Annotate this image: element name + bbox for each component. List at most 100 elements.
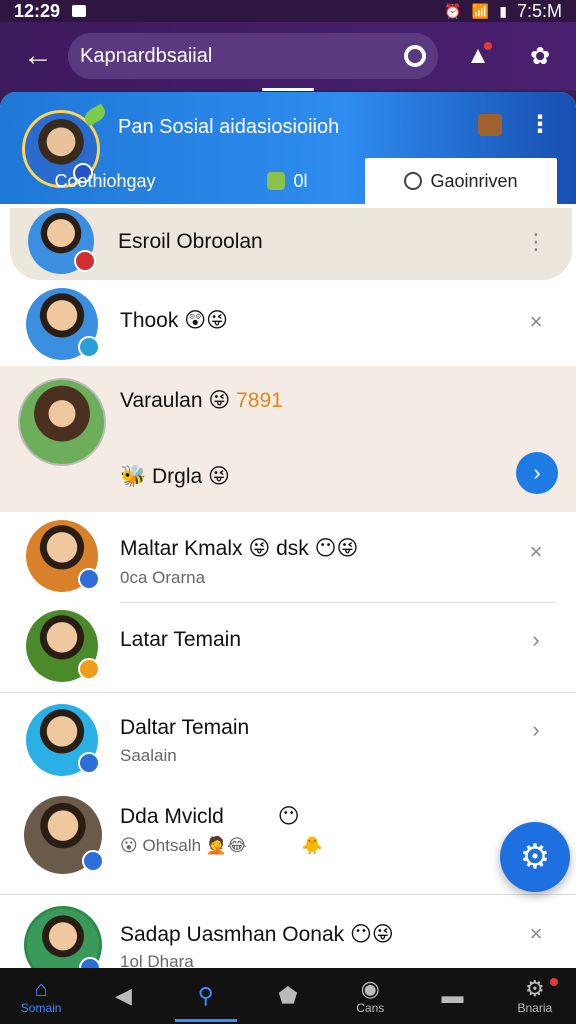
tab-2[interactable]: 0l [210, 158, 365, 204]
contact-name-text: Sadap Uasmhan Oonak [120, 923, 345, 946]
contact-subtitle: 😮 Ohtsalh 🤦😂 🐥 [120, 836, 323, 856]
contact-name-2: dsk [276, 537, 309, 560]
contact-emoji: 😜 [208, 388, 231, 412]
avatar-badge [74, 250, 96, 272]
contact-accent-number: 7891 [236, 389, 283, 412]
avatar[interactable] [18, 378, 106, 466]
list-item[interactable]: Latar Temain › [0, 602, 576, 692]
avatar[interactable] [26, 520, 100, 592]
chevron-right-button[interactable]: › [516, 452, 558, 494]
avatar-badge [78, 658, 100, 680]
contact-name: Maltar Kmalx 😜 dsk 😶😜 [120, 536, 358, 561]
list-item[interactable]: Maltar Kmalx 😜 dsk 😶😜 0ca Orarna × [0, 512, 576, 603]
contact-name: Sadap Uasmhan Oonak 😶😜 [120, 922, 394, 947]
contact-name: Dda Mvicld 😶 [120, 804, 300, 829]
contact-name: Varaulan 😜 7891 [120, 388, 283, 413]
clock-icon [404, 172, 423, 190]
contact-subtitle: 0ca Orarna [120, 568, 206, 587]
sub-emoji-3: 🐥 [301, 836, 323, 856]
status-clock-right: 7:5:M [516, 0, 562, 21]
bottom-sheet: Pan Sosial aidasiosioiioh ⋮ Coothiohgay … [0, 92, 576, 968]
avatar[interactable] [26, 288, 100, 360]
nav-label: Somain [20, 1001, 62, 1015]
avatar[interactable] [26, 704, 100, 776]
avatar[interactable] [28, 208, 96, 274]
list-item[interactable]: Daltar Temain Saalain › [0, 692, 576, 784]
contact-emoji: 😜 [248, 536, 271, 560]
sub-emoji: 😮 [120, 836, 138, 856]
nav-back[interactable]: ◀ [82, 968, 164, 1024]
contact-emoji: 😶 [277, 804, 300, 828]
avatar[interactable] [24, 796, 104, 874]
camera-icon[interactable] [404, 45, 426, 67]
settings-fab-gear-icon[interactable]: ⚙ [500, 822, 570, 892]
tab-1[interactable]: Coothiohgay [0, 158, 210, 204]
avatar[interactable] [24, 906, 102, 968]
tab-1-label: Coothiohgay [54, 170, 156, 191]
nav-label: Bnaria [517, 1001, 553, 1015]
avatar[interactable] [26, 610, 100, 682]
sub-emoji: 🐝 [120, 464, 147, 488]
contact-sub: 🐝 Drgla 😜 [120, 464, 230, 489]
sub-text: Ohtsalh [142, 836, 202, 855]
contact-emoji-2: 😶😜 [314, 536, 359, 560]
back-arrow-icon[interactable]: ← [18, 36, 58, 76]
contact-name: Esroil Obroolan [118, 230, 263, 253]
close-icon[interactable]: × [524, 540, 548, 564]
chevron-right-icon[interactable]: › [524, 628, 548, 652]
contact-emoji: 😶😜 [349, 922, 394, 946]
group-header: Pan Sosial aidasiosioiioh ⋮ Coothiohgay … [0, 92, 576, 204]
more-vertical-icon[interactable]: ⋮ [524, 230, 548, 254]
tab-2-icon [267, 172, 286, 190]
close-icon[interactable]: × [524, 310, 548, 334]
sheet-handle[interactable] [262, 88, 314, 91]
nav-home[interactable]: ⌂ Somain [0, 968, 82, 1024]
nav-pentagon[interactable]: ⬟ [247, 968, 329, 1024]
status-icons: ⏰ 📶 ▮ 7:5:M [444, 1, 562, 22]
tab-2-label: 0l [293, 170, 308, 191]
battery-icon: ▮ [499, 2, 507, 19]
nav-cans[interactable]: ◉ Cans [329, 968, 411, 1024]
list-item[interactable]: Esroil Obroolan ⋮ [0, 204, 576, 280]
app-bar: ← Kapnardbsaiial ▲ ✿ [0, 22, 576, 90]
chevron-right-icon[interactable]: › [524, 718, 548, 742]
tab-3[interactable]: Gaoinriven [365, 158, 557, 204]
wifi-icon: 📶 [471, 2, 490, 19]
gear-icon: ⚙ [524, 976, 545, 1001]
search-input[interactable]: Kapnardbsaiial [68, 33, 438, 79]
contact-emoji: 😲😜 [184, 308, 229, 332]
nav-search[interactable]: ⚲ [165, 968, 247, 1024]
notification-icon [72, 5, 87, 17]
contact-name: Latar Temain [120, 628, 242, 651]
list-item[interactable]: Sadap Uasmhan Oonak 😶😜 1ol Dhara × [0, 894, 576, 968]
notification-dot [484, 42, 492, 50]
tab-bar: Coothiohgay 0l Gaoinriven [0, 158, 576, 204]
list-item[interactable]: Thook 😲😜 × [0, 280, 576, 366]
status-bar: 12:29 ⏰ 📶 ▮ 7:5:M [0, 0, 576, 22]
nav-chat[interactable]: ▬ [411, 968, 493, 1024]
contact-name-text: Thook [120, 309, 179, 332]
contact-name: Thook 😲😜 [120, 308, 228, 333]
close-icon[interactable]: × [524, 922, 548, 946]
list-item[interactable]: Dda Mvicld 😶 😮 Ohtsalh 🤦😂 🐥 [0, 784, 576, 894]
search-text: Kapnardbsaiial [80, 44, 213, 67]
sub-text: Drgla [152, 465, 203, 488]
more-options-icon[interactable]: ⋮ [528, 113, 552, 138]
status-time: 12:29 [14, 0, 61, 21]
notification-bell-icon[interactable]: ▲ [458, 36, 498, 76]
contact-subtitle: Saalain [120, 746, 177, 765]
chat-icon: ▬ [441, 983, 464, 1008]
avatar-badge [82, 850, 104, 872]
box-icon[interactable] [478, 114, 502, 136]
settings-gear-icon[interactable]: ✿ [520, 36, 560, 76]
nav-settings[interactable]: ⚙ Bnaria [494, 968, 576, 1024]
contact-name: Daltar Temain [120, 716, 250, 739]
alarm-icon: ⏰ [444, 2, 462, 19]
row-highlight [10, 208, 572, 280]
list-item[interactable]: Varaulan 😜 7891 🐝 Drgla 😜 › [0, 366, 576, 512]
back-triangle-icon: ◀ [114, 983, 132, 1008]
sub-emoji-2: 😜 [208, 464, 230, 488]
nav-label: Cans [356, 1001, 385, 1015]
home-icon: ⌂ [34, 976, 48, 1001]
contact-name-text: Maltar Kmalx [120, 537, 243, 560]
